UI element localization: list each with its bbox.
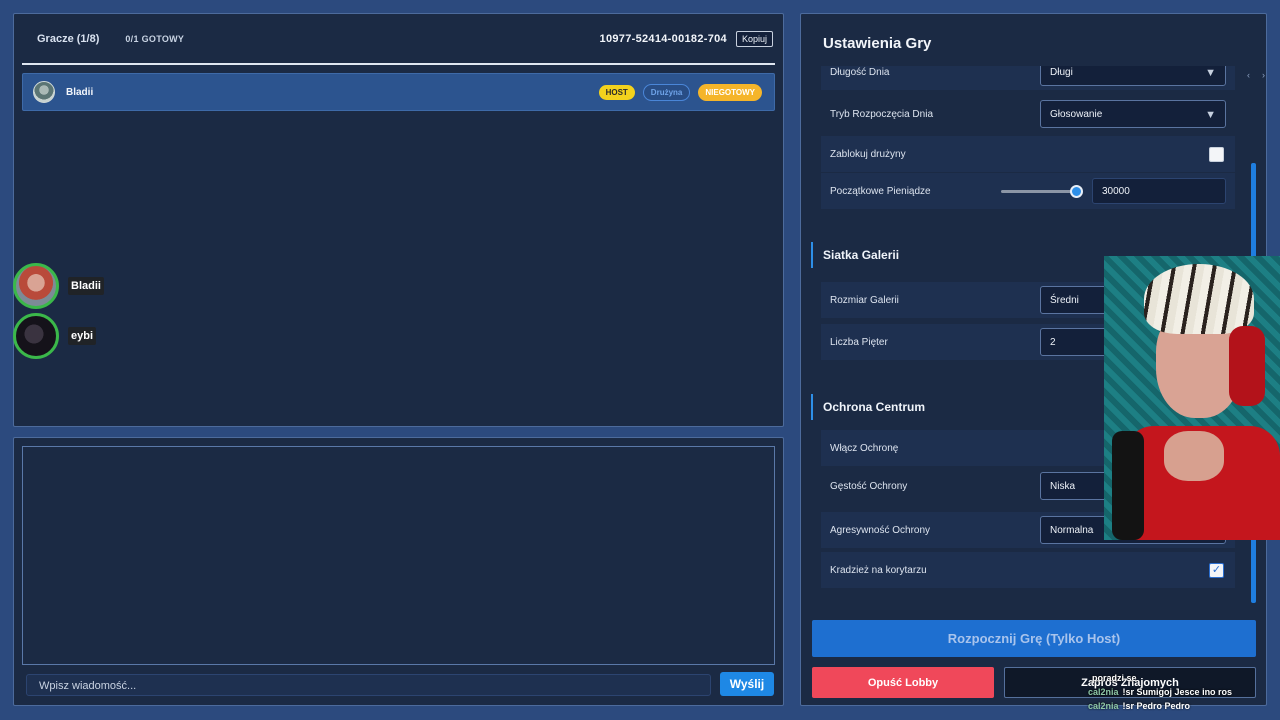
select-value: Głosowanie <box>1050 109 1103 120</box>
players-panel: Gracze (1/8) 0/1 GOTOWY 10977-52414-0018… <box>13 13 784 427</box>
stream-chat-line: cal2nia !sr Sumigoj Jesce ino ros <box>1088 687 1280 701</box>
stream-chat-line: cal2nia !sr Pedro Pedro <box>1088 701 1280 715</box>
avatar <box>13 263 59 309</box>
chat-log <box>22 446 775 665</box>
corridor-theft-checkbox[interactable]: ✓ <box>1209 562 1224 578</box>
scroll-left-icon[interactable]: ‹ <box>1247 70 1250 80</box>
scroll-right-icon[interactable]: › <box>1262 70 1265 80</box>
stream-chat-user: cal2nia <box>1088 701 1119 711</box>
day-start-mode-select[interactable]: Głosowanie ▼ <box>1040 100 1226 128</box>
avatar <box>13 313 59 359</box>
header-divider <box>22 63 775 65</box>
setting-label: Kradzież na korytarzu <box>830 564 927 576</box>
voice-user-name: eybi <box>68 327 97 345</box>
host-badge: HOST <box>598 84 635 100</box>
setting-label: Liczba Pięter <box>830 336 888 348</box>
input-value: 2 <box>1050 337 1056 348</box>
stream-chat-user: cal2nia <box>1088 687 1119 697</box>
setting-corridor-theft: Kradzież na korytarzu ✓ <box>821 552 1235 588</box>
setting-day-start-mode: Tryb Rozpoczęcia Dnia Głosowanie ▼ <box>821 96 1235 132</box>
copy-code-button[interactable]: Kopiuj <box>735 31 773 47</box>
stream-chat-text: poradzi se <box>1092 673 1137 683</box>
setting-label: Początkowe Pieniądze <box>830 185 931 197</box>
status-badge[interactable]: NIEGOTOWY <box>698 83 762 101</box>
select-value: Normalna <box>1050 525 1094 536</box>
setting-day-length: Długość Dnia Długi ▼ <box>821 66 1235 90</box>
settings-title: Ustawienia Gry <box>823 35 932 52</box>
lock-teams-checkbox[interactable] <box>1209 146 1224 162</box>
avatar <box>33 81 55 103</box>
setting-label: Gęstość Ochrony <box>830 480 908 492</box>
chat-input[interactable]: Wpisz wiadomość... <box>26 674 711 696</box>
setting-label: Zablokuj drużyny <box>830 148 906 160</box>
starting-money-slider[interactable] <box>1001 190 1077 193</box>
chevron-down-icon: ▼ <box>1205 109 1216 121</box>
slider-thumb[interactable] <box>1070 185 1083 198</box>
stream-chat-line: poradzi se <box>1088 673 1280 687</box>
player-badges: HOST Drużyna NIEGOTOWY <box>598 83 762 101</box>
webcam-hair <box>1144 264 1254 334</box>
setting-starting-money: Początkowe Pieniądze 30000 <box>821 173 1235 209</box>
players-header: Gracze (1/8) 0/1 GOTOWY 10977-52414-0018… <box>14 14 783 64</box>
player-row[interactable]: Bladii HOST Drużyna NIEGOTOWY <box>22 73 775 111</box>
setting-label: Tryb Rozpoczęcia Dnia <box>830 108 934 120</box>
start-game-button[interactable]: Rozpocznij Grę (Tylko Host) <box>812 620 1256 657</box>
chat-panel: Wpisz wiadomość... Wyślij <box>13 437 784 706</box>
webcam-overlay <box>1104 256 1280 540</box>
send-button[interactable]: Wyślij <box>720 672 774 696</box>
select-value: Średni <box>1050 295 1079 306</box>
day-length-select[interactable]: Długi ▼ <box>1040 66 1226 86</box>
lobby-code: 10977-52414-00182-704 <box>599 33 727 45</box>
webcam-hand <box>1164 431 1224 481</box>
voice-user: eybi <box>13 313 97 359</box>
player-name: Bladii <box>66 86 94 98</box>
setting-label: Rozmiar Galerii <box>830 294 899 306</box>
setting-label: Włącz Ochronę <box>830 442 899 454</box>
select-value: Długi <box>1050 67 1073 78</box>
voice-user: Bladii <box>13 263 104 309</box>
setting-lock-teams: Zablokuj drużyny <box>821 136 1235 172</box>
select-value: Niska <box>1050 481 1076 492</box>
stream-chat-text: !sr Sumigoj Jesce ino ros <box>1122 687 1233 697</box>
starting-money-input[interactable]: 30000 <box>1092 178 1226 204</box>
team-badge[interactable]: Drużyna <box>642 83 691 101</box>
players-title: Gracze (1/8) <box>37 33 100 45</box>
setting-label: Agresywność Ochrony <box>830 524 931 536</box>
stream-chat-text: !sr Pedro Pedro <box>1122 701 1191 711</box>
stream-chat-overlay: poradzi se cal2nia !sr Sumigoj Jesce ino… <box>1088 673 1280 715</box>
setting-label: Długość Dnia <box>830 66 890 78</box>
check-icon: ✓ <box>1211 563 1222 576</box>
chevron-down-icon: ▼ <box>1205 67 1216 79</box>
ready-count: 0/1 GOTOWY <box>125 34 185 44</box>
voice-user-name: Bladii <box>68 277 104 295</box>
leave-lobby-button[interactable]: Opuść Lobby <box>812 667 994 698</box>
headset-icon <box>1229 326 1265 406</box>
microphone-icon <box>1112 431 1144 540</box>
